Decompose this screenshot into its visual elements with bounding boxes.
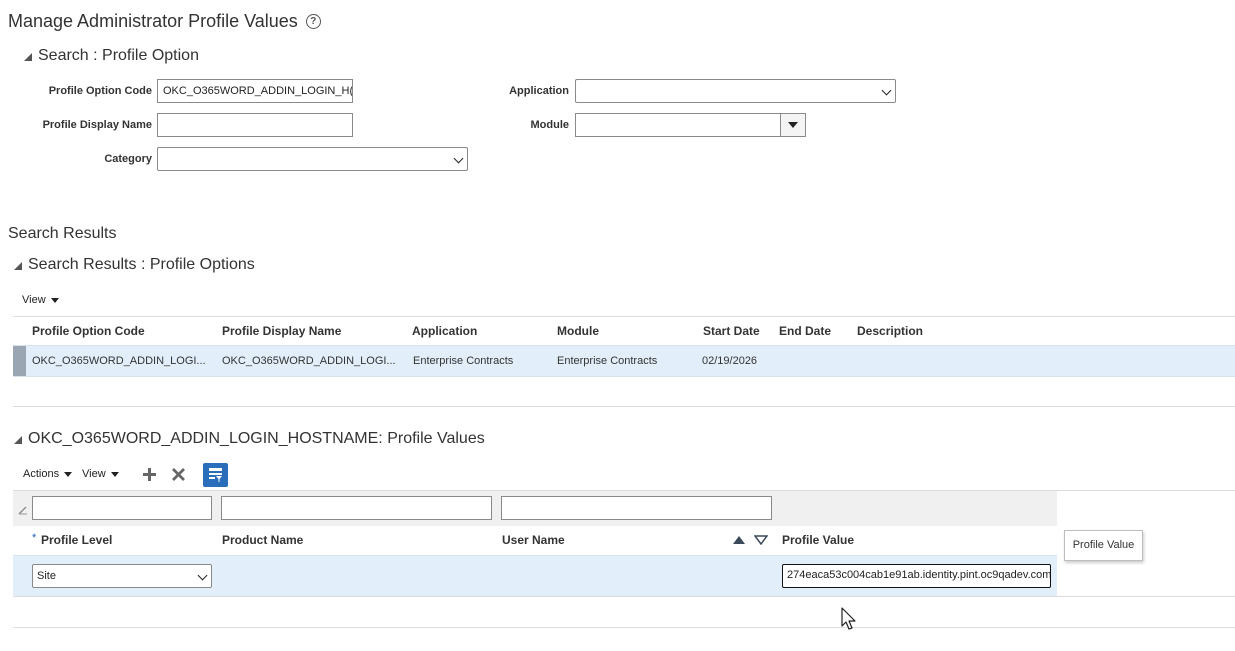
row-selector[interactable]	[13, 346, 26, 376]
search-results-heading: Search Results	[8, 225, 117, 242]
profile-values-section-header[interactable]: OKC_O365WORD_ADDIN_LOGIN_HOSTNAME: Profi…	[14, 430, 485, 448]
delete-icon[interactable]	[171, 467, 186, 482]
collapse-icon[interactable]	[14, 262, 22, 270]
divider	[13, 316, 1235, 317]
edit-icon	[18, 506, 27, 515]
divider	[13, 406, 1235, 407]
application-select[interactable]	[575, 79, 896, 103]
chevron-down-icon	[110, 471, 119, 477]
module-label: Module	[530, 119, 570, 131]
column-header-start-date[interactable]: Start Date	[703, 324, 760, 338]
page-title: Manage Administrator Profile Values ?	[8, 11, 321, 32]
column-header-module[interactable]: Module	[557, 324, 599, 338]
column-header-end-date[interactable]: End Date	[779, 324, 831, 338]
filter-user-name[interactable]	[501, 496, 772, 520]
cell-module: Enterprise Contracts	[557, 355, 658, 367]
chevron-down-icon	[788, 122, 798, 128]
column-header-profile-display-name[interactable]: Profile Display Name	[222, 324, 341, 338]
chevron-down-icon	[64, 471, 73, 477]
profile-display-name-input[interactable]	[157, 113, 353, 137]
chevron-down-icon	[453, 153, 464, 164]
table-row[interactable]: OKC_O365WORD_ADDIN_LOGI... OKC_O365WORD_…	[13, 345, 1235, 377]
collapse-icon[interactable]	[24, 53, 32, 61]
application-label: Application	[509, 85, 569, 97]
cell-profile-option-code: OKC_O365WORD_ADDIN_LOGI...	[32, 355, 206, 367]
profile-option-code-input[interactable]: OKC_O365WORD_ADDIN_LOGIN_H(	[157, 79, 353, 103]
filter-profile-level[interactable]	[32, 496, 212, 520]
divider	[13, 627, 1235, 628]
profile-option-code-label: Profile Option Code	[48, 85, 152, 97]
column-header-profile-level[interactable]: Profile Level	[41, 533, 112, 547]
column-header-product-name[interactable]: Product Name	[222, 533, 303, 547]
mouse-cursor-icon	[841, 607, 856, 630]
actions-menu[interactable]: Actions	[23, 468, 73, 480]
column-header-profile-value[interactable]: Profile Value	[782, 533, 854, 547]
query-by-example-icon	[209, 468, 222, 482]
add-icon[interactable]	[142, 467, 157, 482]
column-header-description[interactable]: Description	[857, 324, 923, 338]
profile-level-select[interactable]: Site	[32, 564, 212, 588]
profile-display-name-label: Profile Display Name	[42, 119, 152, 131]
table-row[interactable]: Site 274eaca53c004cab1e91ab.identity.pin…	[13, 555, 1057, 597]
module-dropdown-button[interactable]	[780, 114, 805, 136]
results-view-menu[interactable]: View	[22, 294, 59, 306]
required-indicator: *	[32, 532, 37, 544]
column-header-user-name[interactable]: User Name	[502, 533, 565, 547]
category-label: Category	[104, 153, 152, 165]
profile-value-input[interactable]: 274eaca53c004cab1e91ab.identity.pint.oc9…	[782, 564, 1051, 588]
filter-row	[13, 491, 1057, 526]
collapse-icon[interactable]	[14, 436, 22, 444]
filter-product-name[interactable]	[221, 496, 492, 520]
search-section-header[interactable]: Search : Profile Option	[24, 47, 199, 65]
module-combobox[interactable]	[575, 113, 806, 137]
sort-descending-icon[interactable]	[754, 535, 768, 545]
tooltip: Profile Value	[1064, 530, 1143, 561]
column-header-application[interactable]: Application	[412, 324, 477, 338]
cell-start-date: 02/19/2026	[702, 355, 758, 367]
divider	[13, 596, 1235, 597]
chevron-down-icon	[50, 297, 59, 303]
category-select[interactable]	[157, 147, 468, 171]
column-header-profile-option-code[interactable]: Profile Option Code	[32, 324, 145, 338]
values-view-menu[interactable]: View	[82, 468, 119, 480]
cell-profile-display-name: OKC_O365WORD_ADDIN_LOGI...	[222, 355, 396, 367]
cell-application: Enterprise Contracts	[413, 355, 514, 367]
help-icon[interactable]: ?	[305, 14, 321, 29]
sort-ascending-icon[interactable]	[732, 535, 746, 545]
chevron-down-icon	[197, 570, 208, 581]
chevron-down-icon	[881, 85, 892, 96]
results-section-header[interactable]: Search Results : Profile Options	[14, 256, 255, 274]
query-by-example-button[interactable]	[203, 463, 228, 487]
